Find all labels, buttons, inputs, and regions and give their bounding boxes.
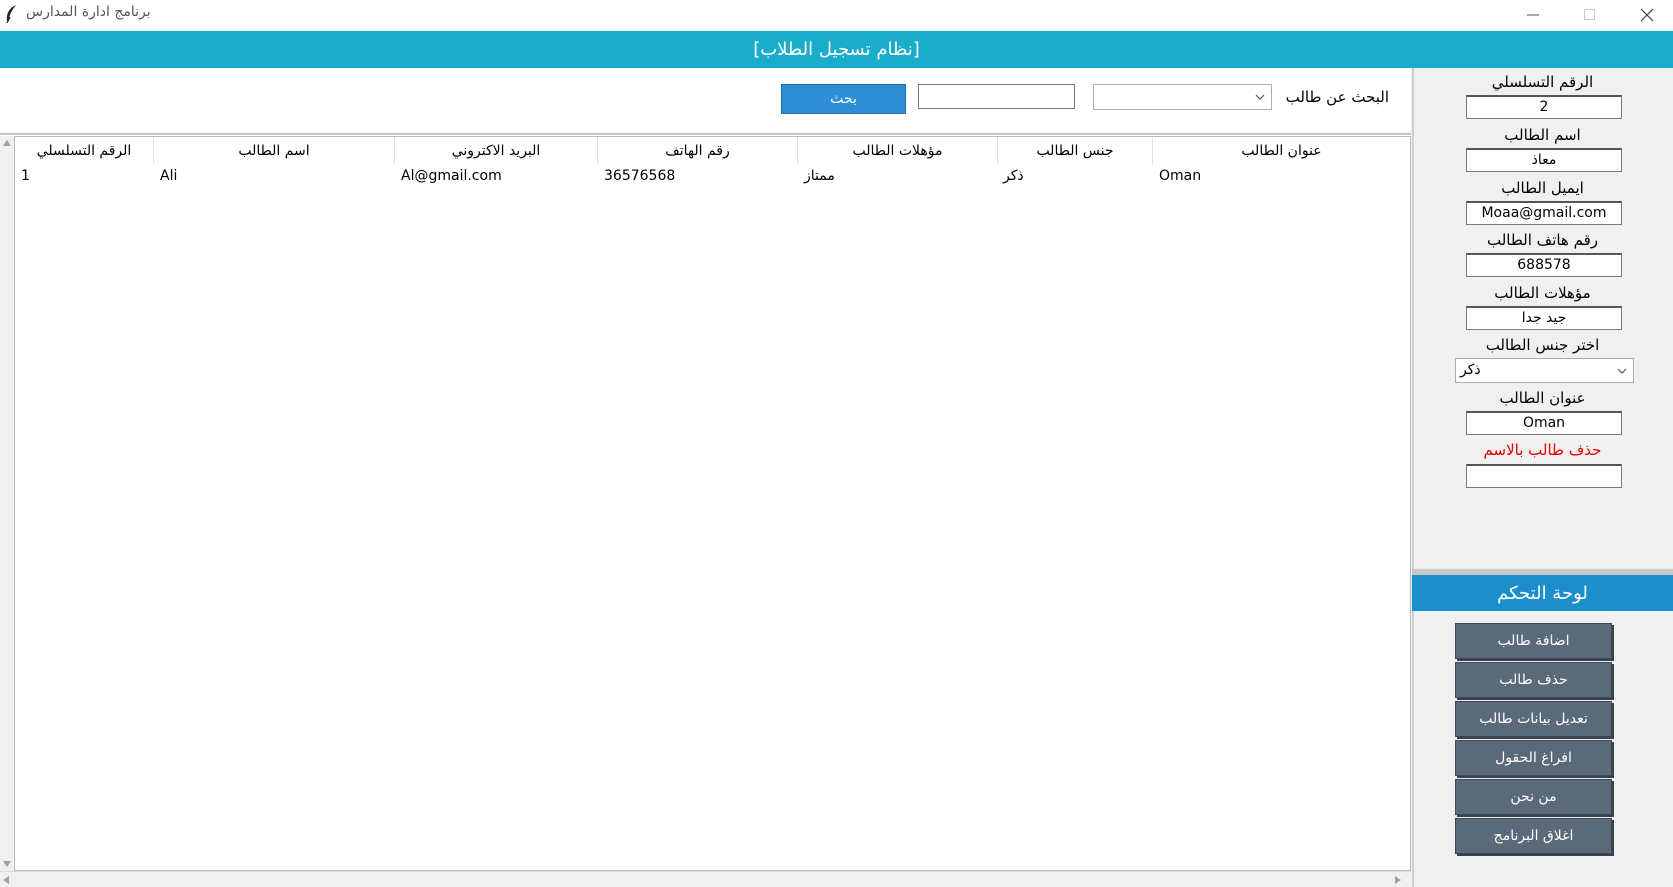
search-input[interactable] (918, 84, 1075, 109)
gender-select-value: ذكر (1460, 362, 1481, 378)
delete-student-button[interactable]: حذف طالب (1455, 662, 1612, 698)
name-label: اسم الطالب (1504, 126, 1581, 144)
maximize-button[interactable] (1567, 0, 1613, 30)
vertical-scrollbar[interactable] (0, 136, 14, 871)
table-cell: 36576568 (604, 168, 676, 184)
scroll-right-icon[interactable] (1395, 876, 1401, 884)
edit-student-button[interactable]: تعديل بيانات طالب (1455, 701, 1612, 737)
chevron-down-icon (1255, 94, 1265, 100)
control-panel-title: لوحة التحكم (1412, 575, 1673, 611)
exit-app-button[interactable]: اغلاق البرنامج (1455, 818, 1612, 854)
address-input[interactable]: Oman (1466, 411, 1622, 435)
column-header[interactable]: اسم الطالب (154, 137, 395, 164)
feather-icon (4, 4, 18, 24)
phone-label: رقم هاتف الطالب (1486, 231, 1599, 249)
address-label: عنوان الطالب (1499, 389, 1586, 407)
minimize-icon (1527, 14, 1539, 16)
delete-by-name-input[interactable] (1466, 464, 1622, 488)
scroll-up-icon[interactable] (3, 140, 11, 146)
serial-label: الرقم التسلسلي (1491, 73, 1594, 91)
table-cell: ذكر (1003, 168, 1024, 184)
window-titlebar (0, 0, 1673, 30)
serial-input[interactable]: 2 (1466, 95, 1622, 119)
name-input[interactable]: معاذ (1466, 148, 1622, 172)
delete-by-name-label: حذف طالب بالاسم (1483, 441, 1602, 459)
close-icon (1640, 8, 1654, 22)
close-button[interactable] (1624, 0, 1670, 30)
minimize-button[interactable] (1510, 0, 1556, 30)
add-student-button[interactable]: اضافة طالب (1455, 623, 1612, 659)
table-cell: Oman (1159, 168, 1202, 184)
students-table[interactable] (14, 136, 1411, 871)
clear-fields-button[interactable]: افراغ الحقول (1455, 740, 1612, 776)
qualifications-label: مؤهلات الطالب (1494, 284, 1591, 302)
window-title: برنامج ادارة المدارس (26, 4, 151, 20)
column-header[interactable]: مؤهلات الطالب (798, 137, 998, 164)
column-header[interactable]: رقم الهاتف (598, 137, 798, 164)
about-us-button[interactable]: من نحن (1455, 779, 1612, 815)
table-cell: 1 (21, 168, 30, 184)
table-cell: Al@gmail.com (401, 168, 502, 184)
email-label: ايميل الطالب (1501, 179, 1584, 197)
phone-input[interactable]: 688578 (1466, 253, 1622, 277)
qualifications-input[interactable]: جيد جدا (1466, 306, 1622, 330)
column-header[interactable]: الرقم التسلسلي (15, 137, 154, 164)
page-title: [نظام تسجيل الطلاب] (0, 31, 1673, 68)
search-field-select[interactable] (1093, 84, 1272, 110)
gender-select[interactable]: ذكر (1455, 358, 1634, 383)
table-cell: Ali (160, 168, 178, 184)
chevron-down-icon (1617, 368, 1627, 374)
search-label: البحث عن طالب (1285, 88, 1389, 106)
table-cell: ممتاز (804, 168, 835, 184)
scroll-down-icon[interactable] (3, 861, 11, 867)
horizontal-scrollbar[interactable] (0, 871, 1411, 887)
gender-label: اختر جنس الطالب (1485, 336, 1600, 354)
column-header[interactable]: البريد الاكتروني (395, 137, 598, 164)
column-header[interactable]: جنس الطالب (998, 137, 1153, 164)
maximize-icon (1584, 9, 1595, 20)
search-button[interactable]: بحث (781, 84, 906, 114)
email-input[interactable]: Moaa@gmail.com (1466, 201, 1622, 225)
column-header[interactable]: عنوان الطالب (1153, 137, 1410, 164)
scroll-left-icon[interactable] (3, 876, 9, 884)
